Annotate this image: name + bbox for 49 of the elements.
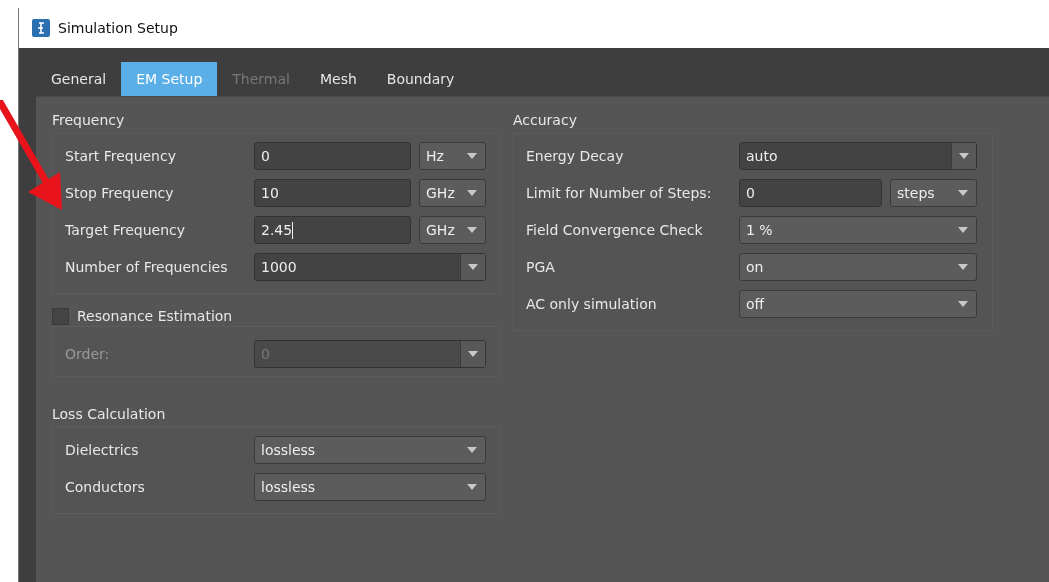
dropdown[interactable]: 1 % (739, 216, 977, 244)
text-field[interactable]: 2.45 (254, 216, 411, 244)
caret-icon (959, 153, 969, 159)
group-title: Loss Calculation (52, 405, 167, 424)
caret-icon (467, 484, 477, 490)
tab[interactable]: Boundary (371, 62, 470, 96)
caret-icon (958, 301, 968, 307)
text-field[interactable]: 0 (254, 142, 411, 170)
field-label: Number of Frequencies (65, 259, 229, 275)
field-label: Field Convergence Check (526, 222, 704, 238)
group-title: Accuracy (513, 111, 578, 130)
checkbox-label: Resonance Estimation (77, 308, 233, 324)
app-icon (32, 19, 50, 37)
tab[interactable]: General (36, 62, 122, 96)
caret-icon (468, 351, 478, 357)
field-label: Energy Decay (526, 148, 625, 164)
tab[interactable]: Mesh (304, 62, 372, 96)
field-label: Stop Frequency (65, 185, 175, 201)
field-label: Dielectrics (65, 442, 140, 458)
unit-dropdown[interactable]: Hz (419, 142, 486, 170)
caret-icon (467, 227, 477, 233)
editable-dropdown[interactable]: 1000 (254, 253, 486, 281)
unit-dropdown[interactable]: GHz (419, 179, 486, 207)
caret-icon (958, 264, 968, 270)
editable-dropdown[interactable]: auto (739, 142, 977, 170)
caret-icon (468, 264, 478, 270)
text-field[interactable]: 0 (739, 179, 882, 207)
window-title: Simulation Setup (58, 20, 178, 36)
dropdown[interactable]: on (739, 253, 977, 281)
field-label: Conductors (65, 479, 146, 495)
group-title: Frequency (52, 111, 126, 130)
caret-icon (467, 153, 477, 159)
text-field[interactable]: 10 (254, 179, 411, 207)
field-label: AC only simulation (526, 296, 658, 312)
field-label: PGA (526, 259, 556, 275)
caret-icon (958, 190, 968, 196)
caret-icon (958, 227, 968, 233)
field-label: Limit for Number of Steps: (526, 185, 713, 201)
dropdown[interactable]: lossless (254, 436, 486, 464)
dropdown[interactable]: off (739, 290, 977, 318)
caret-icon (467, 190, 477, 196)
unit-dropdown[interactable]: steps (890, 179, 977, 207)
field-label: Start Frequency (65, 148, 177, 164)
field-label: Order: (65, 346, 111, 362)
field-label: Target Frequency (65, 222, 187, 238)
dropdown[interactable]: lossless (254, 473, 486, 501)
unit-dropdown[interactable]: GHz (419, 216, 486, 244)
checkbox[interactable] (52, 307, 69, 325)
caret-icon (467, 447, 477, 453)
